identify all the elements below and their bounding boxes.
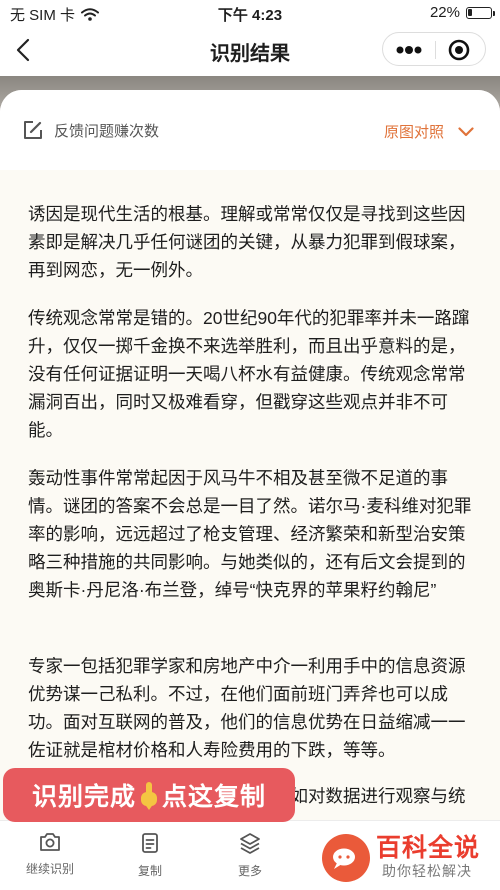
original-image-toggle[interactable]: 原图对照 — [384, 121, 474, 142]
nav-bar: 识别结果 — [0, 24, 500, 76]
result-card: 反馈问题赚次数 原图对照 诱因是现代生活的根基。理解或常常仅仅是寻找到这些因素即… — [0, 90, 500, 820]
camera-icon — [40, 833, 60, 851]
continue-recognize-button[interactable]: 继续识别 — [0, 831, 100, 877]
battery-percent: 22% — [429, 4, 460, 21]
recognized-text-area[interactable]: 诱因是现代生活的根基。理解或常常仅仅是寻找到这些因素即是解决几乎任何谜团的关键，… — [0, 170, 500, 820]
feedback-label: 反馈问题赚次数 — [54, 122, 160, 140]
copy-icon — [142, 833, 158, 853]
status-right: 22% — [429, 4, 495, 21]
copy-button[interactable]: 复制 — [100, 831, 200, 879]
tab-label: 更多 — [237, 864, 262, 878]
edit-icon — [24, 121, 42, 139]
text-paragraph: 轰动性事件常常起因于风马牛不相及甚至微不足道的事情。谜团的答案不会总是一目了然。… — [28, 468, 472, 600]
text-paragraph: 专家一包括犯罪学家和房地产中介一利用手中的信息资源优势谋一己私利。不过，在他们面… — [28, 656, 466, 760]
pointing-hand-icon — [141, 782, 157, 810]
text-paragraph: 诱因是现代生活的根基。理解或常常仅仅是寻找到这些因素即是解决几乎任何谜团的关键，… — [28, 204, 466, 280]
capsule-divider — [435, 41, 436, 59]
brand-name: 百科全说 — [376, 834, 481, 862]
miniprogram-capsule — [382, 32, 486, 66]
more-dots-icon[interactable] — [383, 42, 435, 58]
feedback-link[interactable]: 反馈问题赚次数 — [22, 119, 159, 141]
tab-label: 继续识别 — [25, 862, 74, 876]
brand-logo — [322, 834, 370, 882]
layers-icon — [240, 833, 260, 854]
text-paragraph: 传统观念常常是错的。20世纪90年代的犯罪率并未一路蹿升，仅仅一掷千金换不来选举… — [28, 308, 470, 440]
brand-slogan: 助你轻松解决 — [382, 863, 472, 879]
tab-label: 复制 — [137, 864, 162, 878]
promo-banner: 识别完成 点这复制 — [3, 768, 295, 822]
result-card-header: 反馈问题赚次数 原图对照 — [0, 90, 500, 170]
status-bar: 无 SIM 卡 下午 4:23 22% — [0, 0, 500, 24]
more-button[interactable]: 更多 — [200, 831, 300, 879]
chevron-down-icon — [458, 126, 474, 136]
promo-text-2: 点这复制 — [162, 783, 267, 811]
status-time: 下午 4:23 — [217, 7, 283, 24]
promo-text-1: 识别完成 — [31, 783, 136, 811]
close-miniprogram-icon[interactable] — [447, 38, 471, 62]
battery-icon — [466, 6, 495, 19]
chat-bubble-icon — [333, 848, 355, 869]
brand-watermark: 百科全说 助你轻松解决 — [320, 826, 496, 884]
original-label: 原图对照 — [383, 124, 444, 141]
battery-fill — [468, 8, 472, 16]
